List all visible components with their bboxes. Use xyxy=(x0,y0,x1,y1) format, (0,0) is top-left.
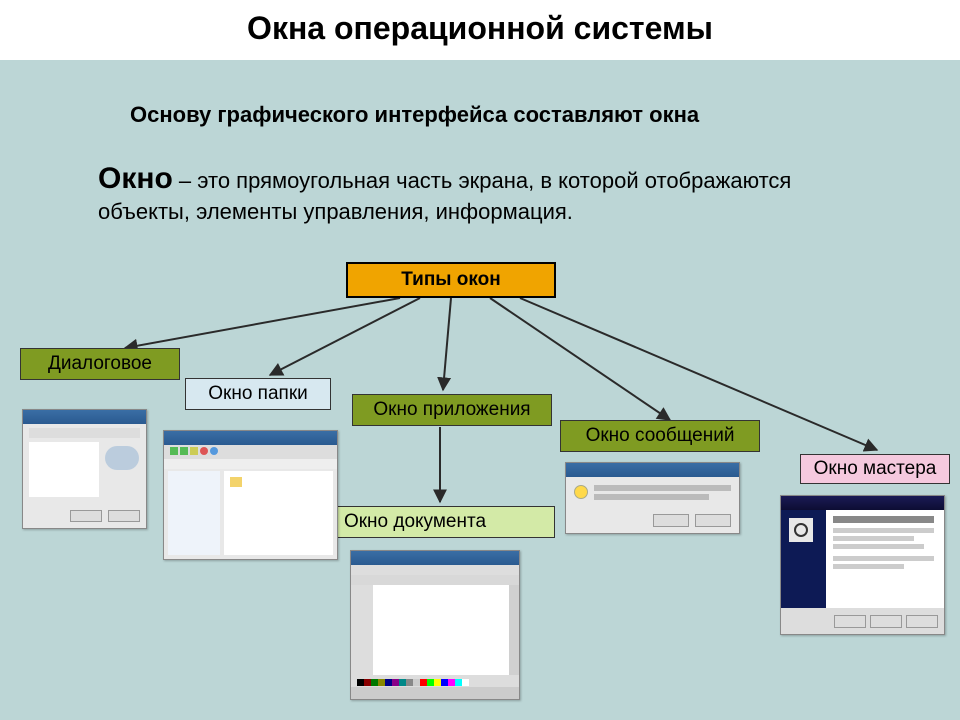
thumbnail-dialog-window xyxy=(22,409,147,529)
node-msg: Окно сообщений xyxy=(560,420,760,452)
root-node: Типы окон xyxy=(346,262,556,298)
node-app: Окно приложения xyxy=(352,394,552,426)
node-folder: Окно папки xyxy=(185,378,331,410)
definition: Окно – это прямоугольная часть экрана, в… xyxy=(98,160,848,225)
node-wizard: Окно мастера xyxy=(800,454,950,484)
intro-text: Основу графического интерфейса составляю… xyxy=(130,102,850,128)
thumbnail-message-window xyxy=(565,462,740,534)
page-title: Окна операционной системы xyxy=(0,10,960,47)
node-dialog: Диалоговое xyxy=(20,348,180,380)
slide: Окна операционной системы Основу графиче… xyxy=(0,0,960,720)
definition-term: Окно xyxy=(98,162,173,195)
definition-body: – это прямоугольная часть экрана, в кото… xyxy=(98,168,791,224)
thumbnail-document-window xyxy=(350,550,520,700)
thumbnail-folder-window xyxy=(163,430,338,560)
thumbnail-wizard-window xyxy=(780,495,945,635)
